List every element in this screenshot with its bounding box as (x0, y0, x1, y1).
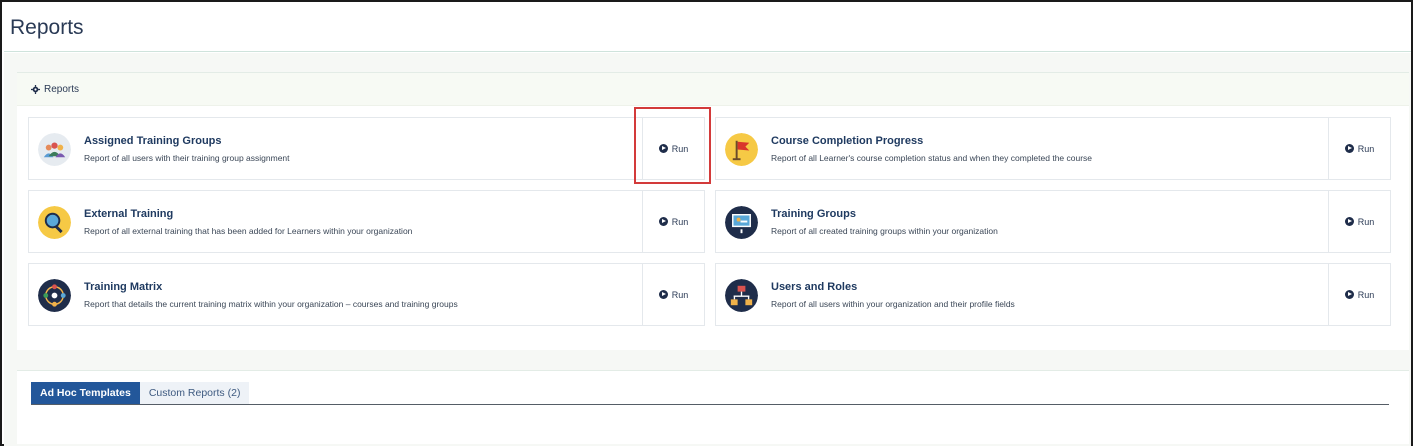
report-description: Report of all users with their training … (84, 153, 290, 163)
report-title: Assigned Training Groups (84, 135, 222, 147)
report-description: Report of all external training that has… (84, 226, 413, 236)
play-circle-icon (658, 290, 668, 299)
presentation-board-icon (725, 206, 758, 239)
play-circle-icon (1344, 144, 1354, 153)
run-button[interactable]: Run (642, 264, 704, 325)
panel-heading-label: Reports (44, 84, 80, 95)
report-card-assigned-training-groups: Assigned Training Groups Report of all u… (28, 117, 705, 180)
report-card-course-completion-progress: Course Completion Progress Report of all… (715, 117, 1391, 180)
run-button[interactable]: Run (1328, 118, 1390, 179)
play-circle-icon (1344, 217, 1354, 226)
run-label: Run (1357, 216, 1375, 227)
report-card-users-and-roles: Users and Roles Report of all users with… (715, 263, 1391, 326)
report-description: Report that details the current training… (84, 299, 458, 309)
report-card-training-groups: Training Groups Report of all created tr… (715, 190, 1391, 253)
page-header: Reports (4, 4, 1411, 52)
tab-bar: Ad Hoc Templates Custom Reports (2) (31, 382, 250, 404)
report-card-training-matrix: Training Matrix Report that details the … (28, 263, 705, 326)
run-label: Run (671, 289, 689, 300)
play-circle-icon (1344, 290, 1354, 299)
tab-ad-hoc-templates[interactable]: Ad Hoc Templates (31, 382, 140, 404)
report-card-external-training: External Training Report of all external… (28, 190, 705, 253)
panel-heading: Reports (31, 84, 79, 95)
report-title: Training Matrix (84, 281, 163, 293)
tab-custom-reports[interactable]: Custom Reports (2) (139, 382, 250, 404)
tab-underline (31, 404, 1389, 405)
org-chart-icon (725, 279, 758, 312)
magnifier-icon (38, 206, 71, 239)
reports-panel: Reports Assigned Training Groups Report … (17, 72, 1409, 350)
run-label: Run (671, 216, 689, 227)
play-circle-icon (658, 217, 668, 226)
network-matrix-icon (38, 279, 71, 312)
report-description: Report of all Learner's course completio… (771, 153, 1093, 163)
run-label: Run (1357, 289, 1375, 300)
report-title: Users and Roles (771, 281, 858, 293)
run-button[interactable]: Run (1328, 264, 1390, 325)
report-title: External Training (84, 208, 174, 220)
report-title: Training Groups (771, 208, 856, 220)
report-title: Course Completion Progress (771, 135, 924, 147)
templates-panel: Ad Hoc Templates Custom Reports (2) (17, 370, 1409, 444)
panel-header: Reports (17, 73, 1409, 106)
people-group-icon (38, 133, 71, 166)
highlight-box (634, 107, 711, 184)
run-button[interactable]: Run (642, 191, 704, 252)
report-description: Report of all created training groups wi… (771, 226, 998, 236)
page-title: Reports (10, 16, 84, 39)
gear-icon (31, 85, 40, 94)
run-button[interactable]: Run (1328, 191, 1390, 252)
flag-icon (725, 133, 758, 166)
run-label: Run (1357, 143, 1375, 154)
report-description: Report of all users within your organiza… (771, 299, 1015, 309)
